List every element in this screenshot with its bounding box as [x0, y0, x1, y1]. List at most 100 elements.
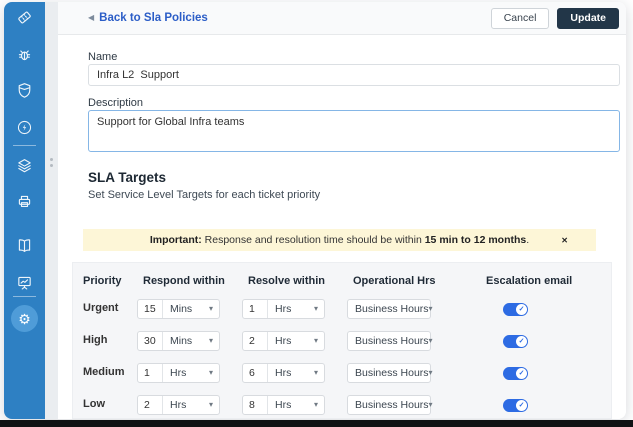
cancel-button[interactable]: Cancel — [491, 8, 550, 29]
chevron-down-icon: ▾ — [209, 337, 213, 345]
sidebar-divider — [13, 145, 36, 146]
respond-unit-select[interactable]: Hrs ▾ — [163, 364, 219, 382]
respond-within-group: Hrs ▾ — [137, 395, 220, 415]
drag-dots-icon[interactable] — [50, 158, 53, 170]
column-header-escalation-email: Escalation email — [486, 275, 572, 287]
description-input[interactable]: Support for Global Infra teams — [88, 110, 620, 152]
toggle-check-icon: ✓ — [516, 400, 527, 411]
table-row-medium: Medium Hrs ▾ Hrs ▾ — [73, 363, 611, 383]
main-content: ◀ Back to Sla Policies Cancel Update Nam… — [58, 2, 626, 419]
toggle-check-icon: ✓ — [516, 336, 527, 347]
back-arrow-icon: ◀ — [88, 14, 94, 22]
analytics-icon — [16, 274, 33, 291]
chevron-down-icon: ▾ — [429, 401, 433, 409]
back-to-sla-policies-link[interactable]: ◀ Back to Sla Policies — [88, 12, 208, 24]
respond-unit-select[interactable]: Mins ▾ — [163, 332, 219, 350]
operational-hours-select[interactable]: Business Hours ▾ — [347, 299, 431, 319]
name-label: Name — [88, 51, 117, 63]
respond-within-group: Mins ▾ — [137, 299, 220, 319]
name-input[interactable] — [88, 64, 620, 86]
respond-unit-select[interactable]: Mins ▾ — [163, 300, 219, 318]
priority-label: Urgent — [83, 302, 118, 314]
sla-targets-subtitle: Set Service Level Targets for each ticke… — [88, 189, 320, 201]
sidebar-item-analytics[interactable] — [13, 271, 36, 294]
sidebar-item-knowledge-base[interactable] — [13, 234, 36, 257]
back-link-label: Back to Sla Policies — [99, 12, 208, 24]
sla-targets-table: Priority Respond within Resolve within O… — [72, 262, 612, 419]
resolve-value-input[interactable] — [243, 364, 268, 382]
close-icon[interactable]: ✕ — [561, 229, 568, 251]
topbar: ◀ Back to Sla Policies Cancel Update — [58, 2, 626, 35]
respond-value-input[interactable] — [138, 396, 163, 414]
chevron-down-icon: ▾ — [429, 369, 433, 377]
column-header-operational-hrs: Operational Hrs — [353, 275, 436, 287]
respond-value-input[interactable] — [138, 332, 163, 350]
chevron-down-icon: ▾ — [314, 337, 318, 345]
important-banner: Important: Response and resolution time … — [83, 229, 596, 251]
gear-icon: ⚙ — [18, 312, 31, 326]
table-row-urgent: Urgent Mins ▾ Hrs ▾ — [73, 299, 611, 319]
operational-hours-select[interactable]: Business Hours ▾ — [347, 395, 431, 415]
column-header-resolve-within: Resolve within — [248, 275, 325, 287]
sidebar-item-admin-active[interactable]: ⚙ — [11, 305, 38, 332]
resolve-value-input[interactable] — [243, 332, 268, 350]
column-header-respond-within: Respond within — [143, 275, 225, 287]
respond-within-group: Mins ▾ — [137, 331, 220, 351]
sidebar-item-changes[interactable] — [13, 79, 36, 102]
escalation-email-toggle[interactable]: ✓ — [503, 399, 528, 412]
resolve-within-group: Hrs ▾ — [242, 395, 325, 415]
priority-label: Low — [83, 398, 105, 410]
respond-value-input[interactable] — [138, 300, 163, 318]
ticket-icon — [16, 9, 33, 26]
chevron-down-icon: ▾ — [429, 337, 433, 345]
sla-targets-title: SLA Targets — [88, 170, 166, 185]
topbar-actions: Cancel Update — [491, 8, 619, 29]
toggle-check-icon: ✓ — [516, 304, 527, 315]
sidebar-item-assets[interactable] — [13, 154, 36, 177]
escalation-email-toggle[interactable]: ✓ — [503, 335, 528, 348]
shield-icon — [16, 82, 33, 99]
operational-hours-select[interactable]: Business Hours ▾ — [347, 331, 431, 351]
escalation-email-toggle[interactable]: ✓ — [503, 303, 528, 316]
sidebar-item-tickets[interactable] — [13, 6, 36, 29]
resolve-unit-select[interactable]: Hrs ▾ — [268, 332, 324, 350]
window-bottom-edge — [0, 420, 633, 427]
sidebar-item-printer[interactable] — [13, 190, 36, 213]
sidebar-item-problems[interactable] — [13, 43, 36, 66]
operational-hours-select[interactable]: Business Hours ▾ — [347, 363, 431, 383]
respond-value-input[interactable] — [138, 364, 163, 382]
respond-unit-select[interactable]: Hrs ▾ — [163, 396, 219, 414]
priority-label: High — [83, 334, 107, 346]
table-row-low: Low Hrs ▾ Hrs ▾ — [73, 395, 611, 415]
banner-text: Important: Response and resolution time … — [150, 234, 529, 246]
resolve-value-input[interactable] — [243, 396, 268, 414]
layers-icon — [16, 157, 33, 174]
resolve-unit-select[interactable]: Hrs ▾ — [268, 300, 324, 318]
app-window: ⚙ ◀ Back to Sla Policies Cancel Update N… — [4, 2, 626, 419]
screen: ⚙ ◀ Back to Sla Policies Cancel Update N… — [0, 0, 633, 427]
resolve-unit-select[interactable]: Hrs ▾ — [268, 396, 324, 414]
resolve-within-group: Hrs ▾ — [242, 331, 325, 351]
chevron-down-icon: ▾ — [209, 305, 213, 313]
resolve-unit-select[interactable]: Hrs ▾ — [268, 364, 324, 382]
bolt-icon — [16, 119, 33, 136]
bug-icon — [16, 46, 33, 63]
escalation-email-toggle[interactable]: ✓ — [503, 367, 528, 380]
toggle-check-icon: ✓ — [516, 368, 527, 379]
chevron-down-icon: ▾ — [429, 305, 433, 313]
update-button[interactable]: Update — [557, 8, 619, 29]
column-header-priority: Priority — [83, 275, 122, 287]
chevron-down-icon: ▾ — [314, 369, 318, 377]
table-row-high: High Mins ▾ Hrs ▾ — [73, 331, 611, 351]
sidebar-item-releases[interactable] — [13, 116, 36, 139]
resolve-within-group: Hrs ▾ — [242, 299, 325, 319]
book-icon — [16, 237, 33, 254]
priority-label: Medium — [83, 366, 125, 378]
description-label: Description — [88, 97, 143, 109]
chevron-down-icon: ▾ — [209, 369, 213, 377]
secondary-nav-strip — [45, 2, 58, 419]
sidebar: ⚙ — [4, 2, 45, 419]
sidebar-divider — [13, 296, 36, 297]
chevron-down-icon: ▾ — [314, 401, 318, 409]
resolve-value-input[interactable] — [243, 300, 268, 318]
